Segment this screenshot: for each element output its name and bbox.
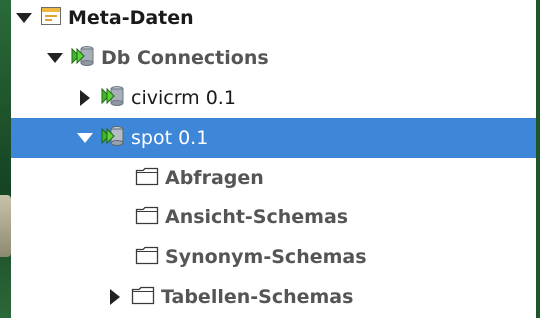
collapse-arrow-icon[interactable] — [110, 289, 120, 305]
tree-node-label: Synonym-Schemas — [165, 246, 367, 268]
tree-node-metadata[interactable]: Meta-Daten — [11, 0, 536, 38]
tree-node-tabellen-schemas[interactable]: Tabellen-Schemas — [11, 277, 536, 317]
tree-node-label: Abfragen — [165, 167, 264, 189]
tree-node-ansicht-schemas[interactable]: Ansicht-Schemas — [11, 197, 536, 237]
folder-icon — [135, 166, 159, 191]
metadata-window-icon — [40, 5, 62, 32]
tree-node-label: Db Connections — [101, 47, 269, 69]
tree-node-label: Meta-Daten — [68, 7, 194, 29]
expand-arrow-icon[interactable] — [16, 13, 32, 23]
tree-node-label: Tabellen-Schemas — [161, 286, 354, 308]
tree-node-spot[interactable]: spot 0.1 — [11, 118, 536, 158]
folder-icon — [135, 205, 159, 230]
database-connection-icon — [71, 45, 95, 72]
folder-icon — [131, 285, 155, 310]
desktop-background-right — [536, 0, 540, 318]
tree-node-label: spot 0.1 — [131, 127, 209, 149]
tree-node-db-connections[interactable]: Db Connections — [11, 38, 536, 78]
metadata-tree: Meta-Daten Db Connections civicrm 0.1 sp… — [11, 0, 536, 318]
expand-arrow-icon[interactable] — [47, 53, 63, 63]
tree-node-synonym-schemas[interactable]: Synonym-Schemas — [11, 237, 536, 277]
database-connection-icon — [101, 125, 125, 152]
folder-icon — [135, 245, 159, 270]
database-connection-icon — [101, 85, 125, 112]
tree-node-abfragen[interactable]: Abfragen — [11, 158, 536, 198]
tree-node-civicrm[interactable]: civicrm 0.1 — [11, 78, 536, 118]
collapse-arrow-icon[interactable] — [80, 90, 90, 106]
desktop-decoration — [0, 195, 11, 257]
expand-arrow-icon[interactable] — [77, 133, 93, 143]
tree-node-label: civicrm 0.1 — [131, 87, 236, 109]
desktop-background-left — [0, 0, 11, 318]
tree-node-label: Ansicht-Schemas — [165, 206, 349, 228]
